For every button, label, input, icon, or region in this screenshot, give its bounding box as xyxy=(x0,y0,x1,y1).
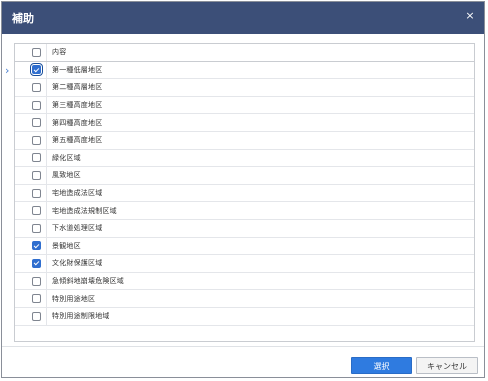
row-marker xyxy=(15,308,26,325)
table-row[interactable]: 景観地区 xyxy=(15,237,474,256)
grid-header-row: 内容 xyxy=(15,44,474,62)
checkbox-cell xyxy=(26,167,47,184)
row-label: 第二種高層地区 xyxy=(52,83,103,92)
select-all-checkbox[interactable] xyxy=(31,47,41,57)
checkbox-cell xyxy=(26,307,47,325)
checkbox-cell xyxy=(26,114,47,131)
checkbox-cell xyxy=(26,61,47,79)
row-checkbox[interactable] xyxy=(29,63,43,77)
row-label: 第一種低層地区 xyxy=(52,65,103,74)
row-marker xyxy=(15,202,26,219)
close-icon[interactable]: × xyxy=(462,8,478,24)
row-marker: › xyxy=(5,62,26,79)
table-row[interactable]: › 第一種低層地区 xyxy=(5,61,474,80)
row-label: 文化財保護区域 xyxy=(52,259,103,268)
row-label: 第三種高度地区 xyxy=(52,101,103,110)
layer-grid: 内容 › 第一種低層地区 第二種高層地区 第三種高度地区 第四種高度地区 第五種高度地区緑… xyxy=(5,43,475,342)
table-row[interactable]: 風致地区 xyxy=(15,167,474,185)
row-checkbox[interactable] xyxy=(31,294,41,304)
table-row[interactable]: 第二種高層地区 xyxy=(15,79,474,97)
row-label: 特別用途制限地域 xyxy=(52,312,110,321)
row-checkbox[interactable] xyxy=(31,118,41,128)
checkbox-cell xyxy=(26,96,47,114)
row-checkbox[interactable] xyxy=(31,82,41,92)
table-row[interactable]: 第三種高度地区 xyxy=(15,96,474,115)
footer-divider xyxy=(2,346,484,347)
checkbox-cell xyxy=(26,255,47,272)
row-checkbox[interactable] xyxy=(31,188,41,198)
row-label: 景観地区 xyxy=(52,241,81,250)
row-label: 下水道処理区域 xyxy=(52,224,103,233)
row-marker xyxy=(15,79,26,96)
row-checkbox[interactable] xyxy=(31,276,41,286)
row-checkbox[interactable] xyxy=(31,170,41,180)
table-row[interactable]: 特別用途制限地域 xyxy=(15,307,474,326)
row-marker xyxy=(15,132,26,149)
row-checkbox[interactable] xyxy=(31,100,41,110)
row-label: 第五種高度地区 xyxy=(52,136,103,145)
header-label: 内容 xyxy=(52,48,67,57)
row-marker xyxy=(15,238,26,255)
row-label: 宅地造成法規制区域 xyxy=(52,206,117,215)
row-marker xyxy=(15,97,26,114)
checkbox-cell xyxy=(26,131,47,149)
table-row[interactable]: 宅地造成法規制区域 xyxy=(15,202,474,220)
checkbox-cell xyxy=(26,219,47,237)
table-row[interactable]: 急傾斜地崩壊危険区域 xyxy=(15,272,474,291)
row-checkbox[interactable] xyxy=(31,206,41,216)
row-checkbox[interactable] xyxy=(31,135,41,145)
row-checkbox[interactable] xyxy=(31,258,41,268)
table-row[interactable]: 文化財保護区域 xyxy=(15,255,474,273)
checkbox-cell xyxy=(26,237,47,255)
row-marker xyxy=(15,167,26,184)
row-marker xyxy=(15,255,26,272)
current-row-chevron-icon: › xyxy=(5,63,10,77)
row-label: 風致地区 xyxy=(52,171,81,180)
table-row[interactable]: 宅地造成法区域 xyxy=(15,184,474,203)
row-checkbox[interactable] xyxy=(31,153,41,163)
row-label: 急傾斜地崩壊危険区域 xyxy=(52,277,124,286)
table-row[interactable]: 特別用途地区 xyxy=(15,290,474,308)
checkbox-cell xyxy=(26,184,47,202)
row-label: 宅地造成法区域 xyxy=(52,189,103,198)
checkbox-cell xyxy=(26,272,47,290)
checkbox-cell xyxy=(26,202,47,219)
checkbox-cell xyxy=(26,79,47,96)
row-label: 緑化区域 xyxy=(52,153,81,162)
row-checkbox[interactable] xyxy=(31,311,41,321)
checkbox-cell xyxy=(26,149,47,167)
table-row[interactable]: 第五種高度地区 xyxy=(15,131,474,150)
row-marker xyxy=(15,44,26,61)
row-label: 第四種高度地区 xyxy=(52,118,103,127)
select-all-cell xyxy=(26,44,47,61)
row-checkbox[interactable] xyxy=(31,223,41,233)
table-row[interactable]: 第四種高度地区 xyxy=(15,114,474,132)
row-marker xyxy=(15,220,26,237)
row-marker xyxy=(15,290,26,307)
table-row[interactable]: 緑化区域 xyxy=(15,149,474,168)
table-row[interactable]: 下水道処理区域 xyxy=(15,219,474,238)
cancel-button[interactable]: キャンセル xyxy=(416,357,478,374)
auxiliary-dialog: 補助 × 内容 › 第一種低層地区 第二種高層地区 第三種高度地区 第四種高度地区 第五種… xyxy=(1,1,485,378)
row-marker xyxy=(15,273,26,290)
row-checkbox[interactable] xyxy=(31,241,41,251)
dialog-title: 補助 xyxy=(12,12,34,25)
row-marker xyxy=(15,185,26,202)
checkbox-cell xyxy=(26,290,47,307)
dialog-titlebar: 補助 × xyxy=(2,2,484,34)
row-marker xyxy=(15,114,26,131)
row-marker xyxy=(15,150,26,167)
select-button[interactable]: 選択 xyxy=(351,357,412,374)
row-label: 特別用途地区 xyxy=(52,294,96,303)
